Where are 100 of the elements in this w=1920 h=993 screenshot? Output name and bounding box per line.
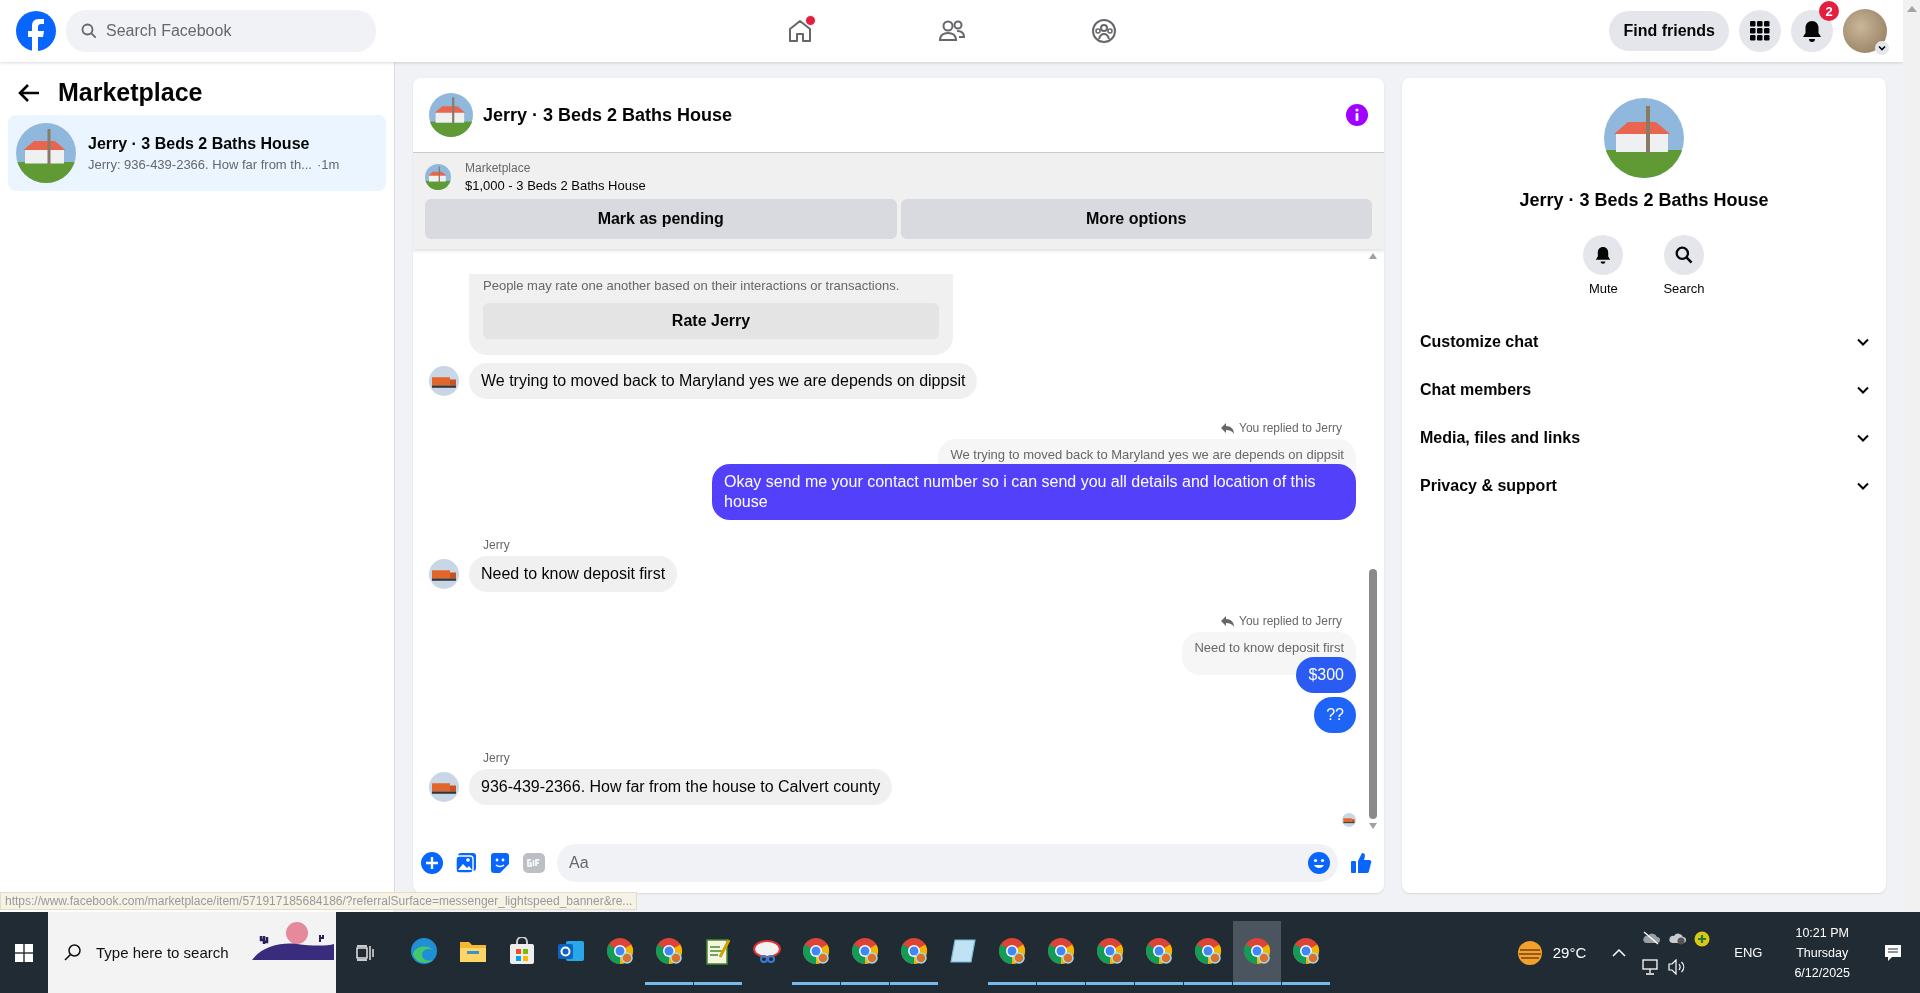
browser-icon <box>998 937 1026 965</box>
back-arrow-icon[interactable] <box>18 82 40 103</box>
section-header[interactable]: Media, files and links <box>1418 414 1870 462</box>
weather-widget[interactable]: 29°C <box>1516 939 1587 966</box>
browser-icon <box>1047 937 1075 965</box>
browser-icon <box>1194 937 1222 965</box>
folder-icon <box>459 939 487 963</box>
search-icon <box>1675 246 1693 264</box>
browser-icon <box>1145 937 1173 965</box>
bell-icon <box>1595 246 1612 264</box>
home-icon <box>787 18 813 44</box>
message-bubble: Need to know deposit first <box>469 556 678 592</box>
house-photo <box>429 93 473 137</box>
message-bubble: 936-439-2366. How far from the house to Calvert county <box>469 769 893 805</box>
search-field[interactable]: Search Facebook <box>66 10 376 52</box>
speaker-icon[interactable] <box>1668 958 1687 975</box>
status-url: https://www.facebook.com/marketplace/item/571917185684186/?referralSurface=messenger_lightspeed_banner&re... <box>0 892 638 910</box>
browser-icon <box>655 937 683 965</box>
section-title: Customize chat <box>1420 333 1539 351</box>
details-title: Jerry · 3 Beds 2 Baths House <box>1519 190 1769 211</box>
message-time: ·1m <box>317 156 340 172</box>
clock-time: 10:21 PM <box>1795 925 1849 940</box>
message-bubble: We trying to moved back to Maryland yes we are depends on dippsit <box>469 363 978 399</box>
notification-icon[interactable] <box>1884 943 1902 962</box>
browser-icon <box>1243 937 1271 965</box>
sender-avatar <box>429 559 459 589</box>
search-button[interactable] <box>1664 235 1704 275</box>
find-friends-button[interactable]: Find friends <box>1609 11 1729 51</box>
chevron-up-icon[interactable] <box>1612 947 1627 958</box>
plus-icon[interactable] <box>421 852 443 874</box>
bell-icon <box>1802 20 1822 42</box>
clock-date: 6/12/2025 <box>1794 965 1850 980</box>
search-icon <box>64 943 82 961</box>
action-label: Search <box>1663 281 1705 296</box>
rate-button[interactable]: Rate Jerry <box>483 303 939 339</box>
scroll-thumb[interactable] <box>1369 569 1377 819</box>
search-icon <box>81 23 97 39</box>
scroll-up-icon[interactable] <box>1369 253 1377 259</box>
listing-source: Marketplace <box>465 161 532 175</box>
message-bubble: $300 <box>1296 657 1356 693</box>
windows-icon <box>15 943 33 962</box>
browser-icon <box>900 937 928 965</box>
clock-day: Thursday <box>1796 945 1849 960</box>
sidebar-title: Marketplace <box>58 78 203 107</box>
people-icon <box>938 18 966 44</box>
section-header[interactable]: Customize chat <box>1418 318 1870 366</box>
scroll-down-icon[interactable] <box>1369 823 1377 829</box>
rating-text: People may rate one another based on their interactions or transactions. <box>483 278 901 293</box>
reply-icon <box>1221 422 1235 434</box>
action-label: Mute <box>1588 281 1618 296</box>
menu-button[interactable] <box>1739 10 1781 52</box>
page-scrollbar[interactable] <box>1903 0 1920 912</box>
sun-haze-icon <box>1516 939 1543 966</box>
chat-title[interactable]: Jerry · 3 Beds 2 Baths House <box>483 104 1336 126</box>
taskbar-search-field[interactable]: Type here to search <box>48 912 336 993</box>
info-icon[interactable] <box>1346 104 1368 126</box>
notification-badge: 2 <box>1819 1 1839 21</box>
conversation-title: Jerry · 3 Beds 2 Baths House <box>88 134 311 153</box>
reply-icon <box>1221 615 1235 627</box>
reply-label: You replied to Jerry <box>1239 614 1342 628</box>
sender-avatar <box>429 772 459 802</box>
browser-icon <box>851 937 879 965</box>
message-preview: Jerry: 936-439-2366. How far from th... <box>88 156 312 172</box>
conversation-item[interactable]: Jerry · 3 Beds 2 Baths House Jerry: 936-439-2366. How far from th... ·1m <box>8 115 386 191</box>
logo-icon[interactable] <box>16 11 56 51</box>
browser-icon <box>606 937 634 965</box>
section-title: Chat members <box>1420 381 1532 399</box>
section-title: Media, files and links <box>1420 429 1581 447</box>
scissors-icon <box>752 938 782 964</box>
emoji-icon[interactable] <box>1308 852 1330 874</box>
grid-icon <box>1750 21 1770 41</box>
section-header[interactable]: Chat members <box>1418 366 1870 414</box>
section-header[interactable]: Privacy & support <box>1418 462 1870 510</box>
image-icon[interactable] <box>455 852 477 874</box>
wave-icon <box>410 937 438 965</box>
listing-action-button[interactable]: Mark as pending <box>425 199 897 239</box>
caret-icon[interactable] <box>1875 41 1889 55</box>
house-photo <box>425 164 451 190</box>
shopping-bag-icon <box>509 937 535 965</box>
message-bubble: ?? <box>1314 697 1356 733</box>
listing-title[interactable]: $1,000 - 3 Beds 2 Baths House <box>465 178 646 193</box>
mute-button[interactable] <box>1583 235 1624 275</box>
sender-name: Jerry <box>483 751 511 765</box>
cloud-off-icon[interactable] <box>1642 930 1661 945</box>
network-icon[interactable] <box>1642 958 1661 975</box>
language-indicator[interactable]: ENG <box>1734 945 1763 960</box>
thumbs-up-icon[interactable] <box>1350 852 1372 874</box>
house-photo <box>16 123 76 183</box>
clock[interactable]: 10:21 PM Thursday 6/12/2025 <box>1794 925 1850 980</box>
message-input[interactable]: Aa <box>557 844 1338 882</box>
browser-icon <box>1096 937 1124 965</box>
temperature: 29°C <box>1552 944 1587 961</box>
browser-icon <box>802 937 830 965</box>
plus-icon[interactable] <box>1694 930 1711 947</box>
browser-icon <box>1292 937 1320 965</box>
task-view-icon[interactable] <box>356 944 374 961</box>
reply-label: You replied to Jerry <box>1239 421 1342 435</box>
sticker-icon[interactable] <box>489 852 511 874</box>
listing-action-button[interactable]: More options <box>900 199 1372 239</box>
sender-name: Jerry <box>483 538 511 552</box>
